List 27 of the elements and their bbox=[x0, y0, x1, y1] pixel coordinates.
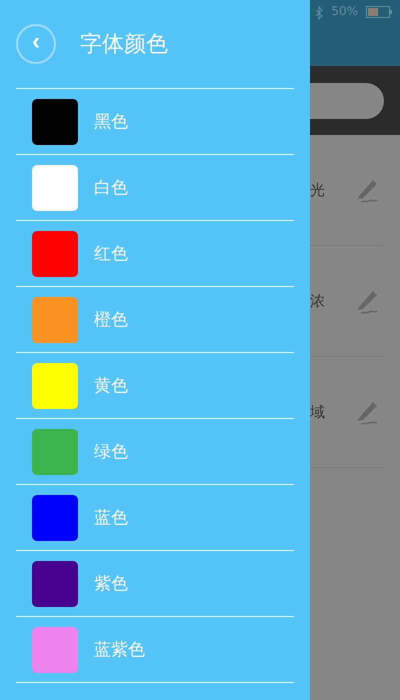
list-item-title: 浓 bbox=[310, 292, 325, 310]
color-swatch[interactable] bbox=[32, 230, 78, 276]
color-swatch[interactable] bbox=[32, 560, 78, 606]
color-name[interactable]: 绿色 bbox=[94, 440, 128, 463]
drawer-title: 字体颜色 bbox=[80, 31, 168, 59]
color-swatch[interactable] bbox=[32, 428, 78, 474]
color-swatch[interactable] bbox=[32, 626, 78, 672]
color-name[interactable]: 紫色 bbox=[94, 572, 128, 595]
list-item-title: 域 bbox=[310, 402, 325, 422]
color-name[interactable]: 黑色 bbox=[94, 110, 128, 133]
color-name[interactable]: 橙色 bbox=[94, 308, 128, 331]
color-name[interactable]: 白色 bbox=[94, 176, 128, 199]
bluetooth-icon bbox=[315, 6, 324, 20]
search-field[interactable] bbox=[310, 82, 384, 118]
battery-icon bbox=[366, 6, 392, 18]
color-swatch[interactable] bbox=[32, 164, 78, 210]
battery-text: 50% bbox=[331, 4, 358, 18]
list-item-title: 光 bbox=[310, 180, 325, 200]
back-button[interactable]: ‹ bbox=[16, 24, 56, 64]
color-name[interactable]: 蓝色 bbox=[94, 506, 128, 529]
color-name[interactable]: 红色 bbox=[94, 242, 128, 265]
color-swatch[interactable] bbox=[32, 362, 78, 408]
color-swatch[interactable] bbox=[32, 296, 78, 342]
color-name[interactable]: 黄色 bbox=[94, 374, 128, 397]
color-swatch[interactable] bbox=[32, 494, 78, 540]
color-name[interactable]: 蓝紫色 bbox=[94, 638, 145, 661]
color-swatch[interactable] bbox=[32, 98, 78, 144]
